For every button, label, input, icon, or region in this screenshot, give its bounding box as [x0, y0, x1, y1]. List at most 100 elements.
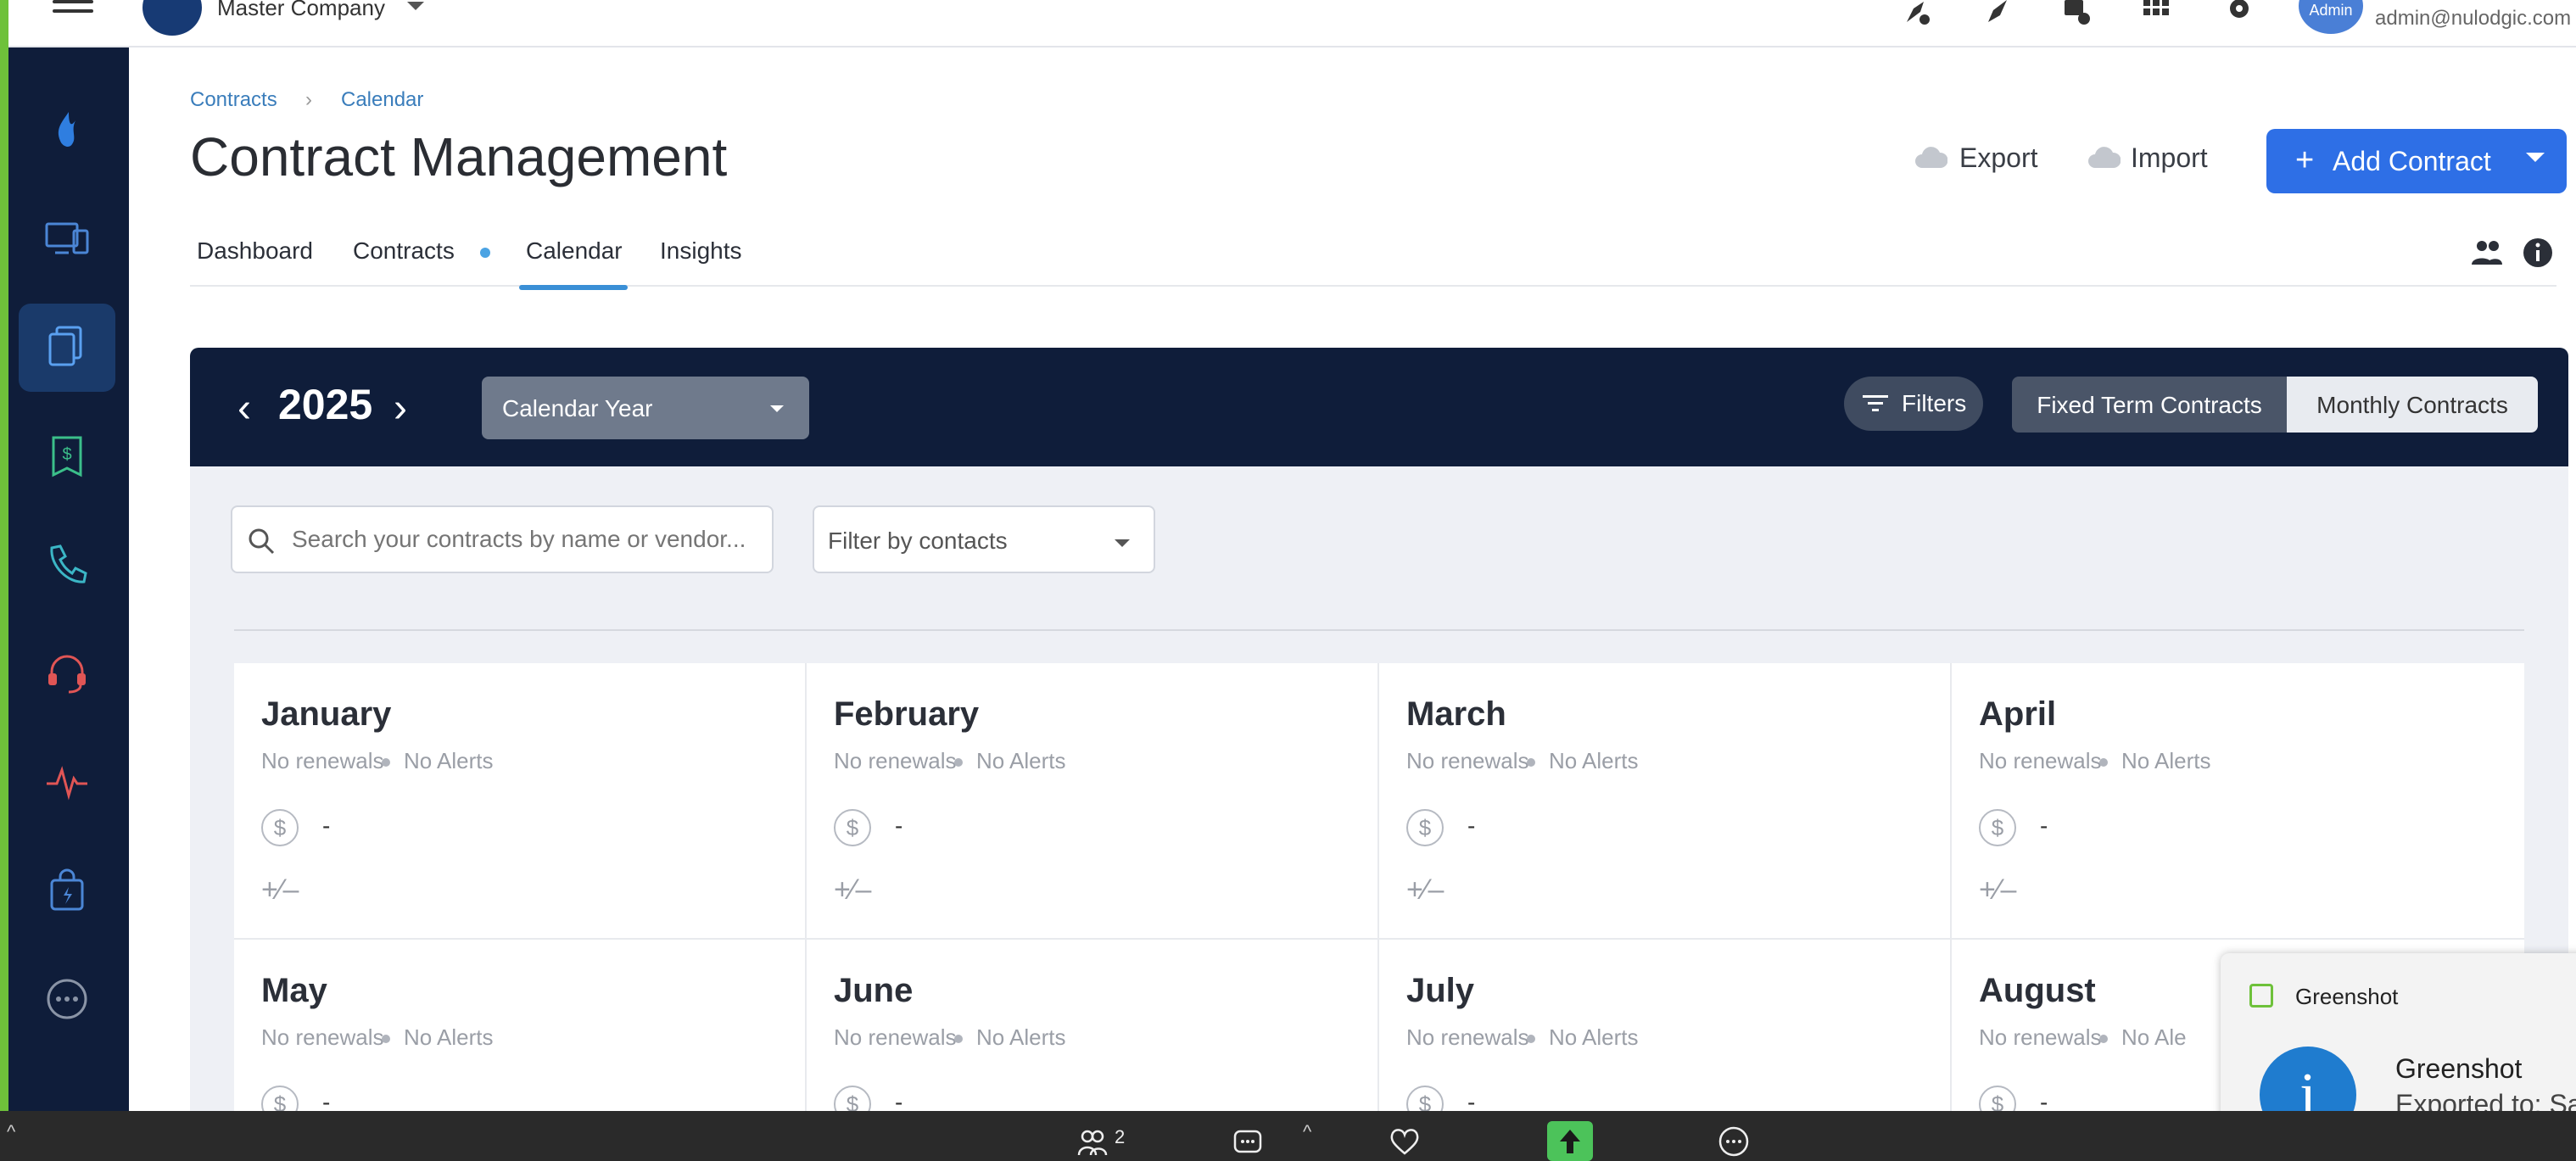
company-switcher[interactable]: Master Company	[217, 0, 385, 21]
renewals-status: No renewals	[834, 748, 957, 773]
tab-dashboard[interactable]: Dashboard	[197, 237, 313, 265]
month-card-april[interactable]: April No renewals No Alerts $ - +⁄–	[1952, 663, 2524, 940]
avatar[interactable]: Admin	[2299, 0, 2363, 34]
alerts-status: No Alerts	[2121, 748, 2211, 773]
renewals-status: No renewals	[1979, 1024, 2102, 1050]
avatar-label: Admin	[2309, 2, 2353, 19]
month-amount: -	[2040, 812, 2048, 839]
breadcrumb-calendar[interactable]: Calendar	[341, 88, 423, 112]
share-screen-button[interactable]	[1547, 1121, 1593, 1161]
alerts-status: No Alerts	[404, 748, 494, 773]
documents-icon	[48, 326, 82, 366]
chevron-down-icon	[770, 405, 784, 412]
separator-dot	[954, 1035, 963, 1043]
monthly-contracts-toggle[interactable]: Monthly Contracts	[2287, 377, 2538, 433]
cloud-upload-icon	[2088, 147, 2121, 168]
month-card-january[interactable]: January No renewals No Alerts $ - +⁄–	[234, 663, 807, 940]
plus-minus-icon: +⁄–	[1979, 874, 2017, 906]
sidebar-item-assets[interactable]	[19, 195, 115, 283]
filters-button[interactable]: Filters	[1844, 377, 1983, 431]
greenshot-app-icon	[2249, 984, 2273, 1008]
breadcrumb-contracts[interactable]: Contracts	[190, 88, 277, 112]
hamburger-menu-icon[interactable]	[53, 0, 93, 24]
tab-bar: Dashboard Contracts Calendar Insights	[190, 237, 2556, 287]
rocket-icon[interactable]	[1983, 0, 2014, 27]
team-icon[interactable]	[2470, 236, 2504, 270]
gear-icon[interactable]	[2224, 0, 2255, 27]
month-card-march[interactable]: March No renewals No Alerts $ - +⁄–	[1379, 663, 1952, 940]
receipt-dollar-icon: $	[52, 436, 82, 477]
fixed-term-contracts-toggle[interactable]: Fixed Term Contracts	[2012, 377, 2287, 433]
month-card-february[interactable]: February No renewals No Alerts $ - +⁄–	[807, 663, 1379, 940]
alerts-status: No Alerts	[976, 1024, 1066, 1050]
export-button[interactable]: Export	[1959, 142, 2037, 174]
sidebar-item-contracts[interactable]	[19, 304, 115, 392]
separator-dot	[382, 1035, 390, 1043]
chevron-down-icon	[1115, 539, 1130, 547]
svg-text:$: $	[62, 445, 71, 464]
sidebar-item-home[interactable]	[19, 87, 115, 175]
calendar-header: ‹ 2025 › Calendar Year Filters Fixed Ter…	[190, 348, 2568, 466]
dollar-icon: $	[1406, 809, 1444, 846]
cloud-download-icon	[1915, 147, 1947, 168]
period-select[interactable]: Calendar Year	[482, 377, 809, 439]
year-label: 2025	[278, 381, 373, 428]
tab-insights[interactable]: Insights	[660, 237, 742, 265]
alerts-status: No Alerts	[976, 748, 1066, 773]
filter-icon	[1863, 395, 1888, 411]
info-icon[interactable]	[2521, 236, 2555, 270]
heart-icon[interactable]	[1388, 1125, 1422, 1158]
breadcrumb-separator: ›	[305, 88, 312, 111]
sidebar-item-more[interactable]	[19, 955, 115, 1043]
page-title: Contract Management	[190, 126, 728, 187]
participants-icon[interactable]	[1076, 1125, 1109, 1158]
sidebar-item-telecom[interactable]	[19, 521, 115, 609]
alerts-status: No Ale	[2121, 1024, 2187, 1050]
sidebar-item-helpdesk[interactable]	[19, 629, 115, 717]
month-name: January	[261, 695, 392, 733]
apps-grid-icon[interactable]	[2141, 0, 2171, 27]
contacts-filter-label: Filter by contacts	[828, 527, 1008, 554]
sidebar: $	[8, 47, 129, 1111]
previous-year-button[interactable]: ‹	[237, 385, 251, 432]
more-options-icon[interactable]	[1717, 1125, 1751, 1158]
dollar-icon: $	[1979, 809, 2016, 846]
sidebar-item-procurement[interactable]	[19, 846, 115, 935]
month-amount: -	[322, 812, 331, 839]
dollar-icon: $	[834, 809, 871, 846]
tab-contracts[interactable]: Contracts	[353, 237, 455, 265]
chevron-down-icon[interactable]	[407, 2, 424, 10]
add-contract-button[interactable]: + Add Contract	[2266, 129, 2567, 193]
monitor-info-icon[interactable]	[2061, 0, 2092, 27]
chevron-up-icon[interactable]: ^	[1303, 1121, 1311, 1143]
shopping-bag-icon	[50, 868, 84, 911]
chat-icon[interactable]	[1232, 1125, 1266, 1158]
month-name: July	[1406, 972, 1475, 1009]
chevron-down-icon[interactable]	[2526, 153, 2545, 162]
pulse-icon	[47, 766, 87, 801]
rocket-alert-icon[interactable]	[1902, 0, 1932, 27]
tab-calendar[interactable]: Calendar	[526, 237, 623, 265]
month-grid: January No renewals No Alerts $ - +⁄– Fe…	[234, 663, 2524, 1161]
next-year-button[interactable]: ›	[394, 385, 407, 432]
import-button[interactable]: Import	[2131, 142, 2208, 174]
renewals-status: No renewals	[1406, 1024, 1529, 1050]
plus-icon: +	[2295, 142, 2315, 178]
dollar-icon: $	[261, 809, 299, 846]
more-icon	[47, 979, 87, 1019]
filters-label: Filters	[1902, 390, 1967, 416]
notification-app-name: Greenshot	[2295, 984, 2399, 1009]
renewals-status: No renewals	[261, 1024, 384, 1050]
headset-icon	[48, 655, 86, 694]
month-name: March	[1406, 695, 1506, 733]
search-box[interactable]	[231, 505, 774, 573]
chevron-up-icon[interactable]: ^	[7, 1121, 15, 1143]
separator-dot	[2099, 1035, 2108, 1043]
contacts-filter-select[interactable]: Filter by contacts	[813, 505, 1155, 573]
search-input[interactable]	[292, 521, 758, 558]
sidebar-item-monitoring[interactable]	[19, 738, 115, 826]
company-logo[interactable]	[142, 0, 202, 36]
divider	[234, 629, 2524, 631]
renewals-status: No renewals	[1979, 748, 2102, 773]
sidebar-item-expenses[interactable]: $	[19, 412, 115, 500]
